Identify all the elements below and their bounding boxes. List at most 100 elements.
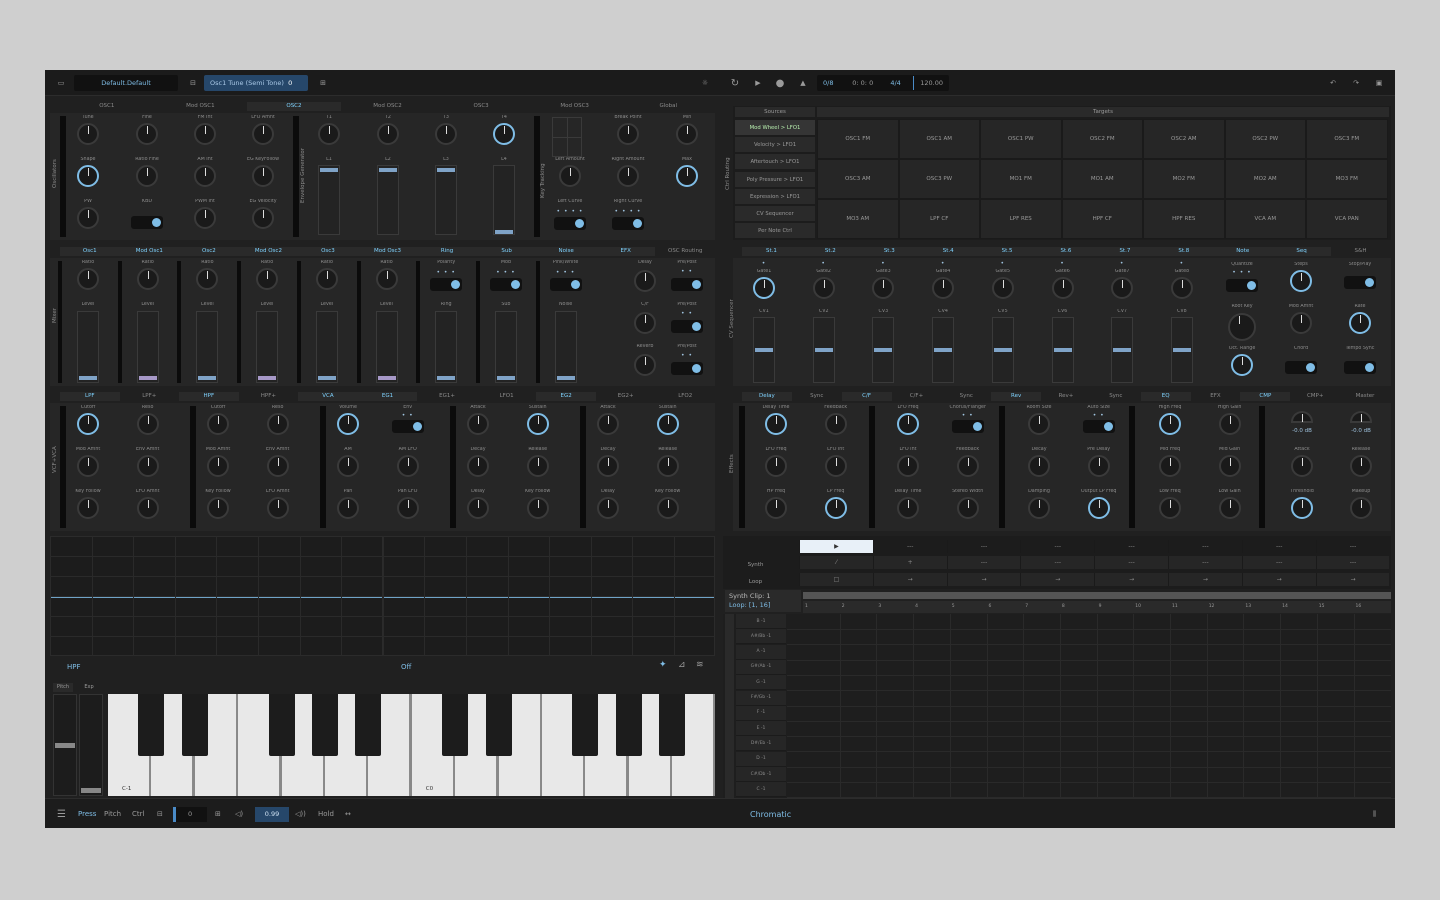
synth-clip-cell[interactable]: --- [1020, 556, 1095, 569]
fx-tab-sync-1[interactable]: Sync [792, 392, 842, 401]
black-key[interactable] [181, 694, 208, 756]
max-knob[interactable] [676, 165, 698, 187]
exp-wheel[interactable] [79, 694, 103, 796]
lpf-reso-knob[interactable] [136, 413, 159, 435]
rate-knob[interactable] [1349, 312, 1371, 334]
stop-play-toggle[interactable] [1344, 276, 1376, 289]
mixer-tab-mod-osc2-3[interactable]: Mod Osc2 [238, 247, 299, 256]
cv-fader-8[interactable] [1170, 317, 1193, 383]
mixer-tab-osc3-4[interactable]: Osc3 [298, 247, 358, 256]
prepost-toggle-1[interactable] [671, 320, 703, 333]
delay-delay-time-knob[interactable] [765, 413, 787, 435]
eg1-release-knob[interactable] [526, 455, 549, 477]
vca-volume-knob[interactable] [337, 413, 359, 435]
eg1-decay-knob[interactable] [467, 455, 489, 477]
efx-knob-reverb[interactable] [634, 354, 656, 376]
eq-high-gain-knob[interactable] [1218, 413, 1241, 435]
mod-amnt-knob[interactable] [1290, 312, 1312, 334]
eg2-key-follow-knob[interactable] [656, 497, 679, 519]
cmp-threshold-knob[interactable] [1291, 497, 1313, 519]
black-key[interactable] [615, 694, 642, 756]
synth-clip-cell[interactable]: --- [1168, 556, 1242, 569]
roll-scrollbar[interactable] [725, 614, 734, 798]
mixer-ratio-knob-5[interactable] [375, 268, 398, 290]
gate-knob-7[interactable] [1111, 277, 1134, 299]
target-lpf-cf[interactable]: LPF CF [898, 199, 980, 239]
volume-up-icon[interactable]: ◁)) [295, 799, 306, 828]
eg-velocity-knob[interactable] [252, 207, 274, 229]
black-key[interactable] [572, 694, 599, 756]
target-osc2-am[interactable]: OSC2 AM [1143, 119, 1225, 159]
loop-icon[interactable]: ↻ [727, 70, 743, 96]
gate-knob-1[interactable] [753, 277, 775, 299]
pattern-header-cell[interactable]: --- [1020, 540, 1094, 553]
note-d-eb-1[interactable]: D#/Eb -1 [736, 736, 786, 752]
efx-knob-c-f[interactable] [634, 312, 656, 334]
black-key[interactable] [312, 694, 338, 756]
fx-tab-cmp-11[interactable]: CMP+ [1290, 392, 1340, 401]
synth-clip-cell[interactable]: + [872, 556, 947, 569]
mixer-level-fader-4[interactable] [315, 311, 338, 383]
eq-low-gain-knob[interactable] [1218, 497, 1241, 519]
rev-damping-knob[interactable] [1028, 497, 1050, 519]
redo-icon[interactable]: ↷ [1348, 70, 1364, 96]
l3-fader[interactable] [435, 165, 457, 235]
cv-fader-1[interactable] [753, 317, 775, 383]
note-f-1[interactable]: F -1 [736, 705, 786, 721]
lpf-cutoff-knob[interactable] [77, 413, 99, 435]
eg-keyfollow-knob[interactable] [252, 165, 274, 187]
lpf-mod-amnt-knob[interactable] [77, 455, 99, 477]
black-key[interactable] [355, 694, 382, 756]
cmp-makeup-knob[interactable] [1350, 497, 1372, 519]
lpf-key-follow-knob[interactable] [77, 497, 99, 519]
filter-tab-eg1-6[interactable]: EG1+ [417, 392, 477, 401]
quantize-dots[interactable]: • • • [1227, 269, 1257, 276]
synth-clip-cell[interactable]: --- [1241, 556, 1316, 569]
fx-tab-sync-4[interactable]: Sync [941, 392, 991, 401]
eg2-attack-knob[interactable] [597, 413, 619, 435]
mixer-level-fader-2[interactable] [196, 311, 219, 383]
cf-delay-time-knob[interactable] [897, 497, 919, 519]
eg2-release-knob[interactable] [656, 455, 679, 477]
eg1-key-follow-knob[interactable] [526, 497, 549, 519]
min-knob[interactable] [676, 123, 698, 145]
lpf-lfo-amnt-knob[interactable] [136, 497, 159, 519]
note-a-1[interactable]: A -1 [736, 644, 786, 660]
pattern-header-cell[interactable]: --- [1315, 540, 1390, 553]
vca-am-lfo-knob[interactable] [396, 455, 419, 477]
cf-lfo-freq-knob[interactable] [897, 413, 919, 435]
cv-fader-2[interactable] [812, 317, 835, 383]
vca-env-toggle[interactable] [391, 420, 424, 433]
tempo-value[interactable]: 120.00 [920, 79, 943, 87]
source-per-note-ctrl[interactable]: Per Note Ctrl [735, 223, 815, 238]
volume-down-icon[interactable]: ◁) [235, 799, 243, 828]
synth-clip-cell[interactable]: --- [1094, 556, 1168, 569]
loop-cell[interactable]: → [1094, 573, 1168, 586]
note-c-db-1[interactable]: C#/Db -1 [736, 767, 786, 782]
cf-lfo-int-knob[interactable] [897, 455, 919, 477]
note-g-ab-1[interactable]: G#/Ab -1 [736, 659, 786, 675]
lpf-env-amnt-knob[interactable] [136, 455, 159, 477]
black-key[interactable] [442, 694, 469, 756]
mixer-level-fader-5[interactable] [375, 311, 398, 383]
loop-cell[interactable]: □ [799, 573, 873, 586]
mixer-level-fader-0[interactable] [77, 311, 99, 383]
quantize-toggle[interactable] [1226, 279, 1258, 292]
seq-tab-s-h-10[interactable]: S&H [1331, 247, 1390, 256]
target-mo2-fm[interactable]: MO2 FM [1143, 159, 1225, 199]
note-d-1[interactable]: D -1 [736, 751, 786, 767]
delay-lfo-freq-knob[interactable] [765, 455, 787, 477]
source-poly-pressure[interactable]: Poly Pressure > LFO1 [735, 172, 815, 187]
tempo-sync-toggle[interactable] [1344, 361, 1376, 374]
ratio-fine-knob[interactable] [136, 165, 158, 187]
efx-knob-delay[interactable] [634, 270, 656, 292]
octave-down-icon[interactable]: ⊟ [157, 799, 163, 828]
tab-osc3[interactable]: OSC3 [434, 102, 528, 111]
velocity-value[interactable]: 0.99 [255, 807, 289, 822]
fx-tab-eq-8[interactable]: EQ [1140, 392, 1191, 401]
target-osc3-pw[interactable]: OSC3 PW [898, 159, 980, 199]
graph-icon[interactable]: ⊿ [678, 660, 686, 670]
note-c-1[interactable]: C -1 [736, 782, 786, 798]
left-curve-toggle[interactable] [554, 217, 586, 230]
minus-icon[interactable]: ⊟ [185, 70, 201, 96]
